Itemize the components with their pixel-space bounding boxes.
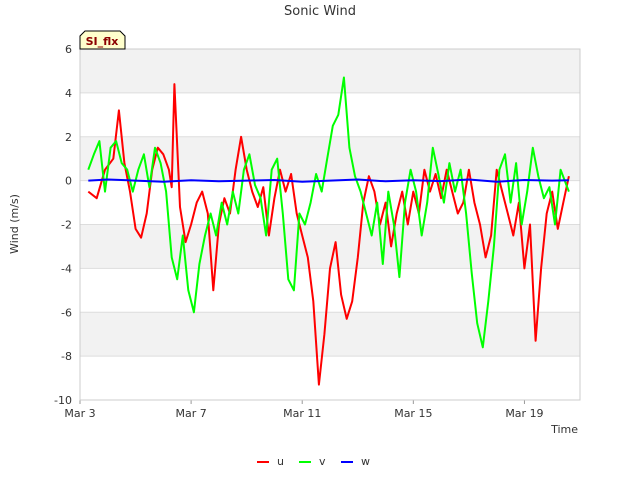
x-axis-label: Time [550, 423, 578, 436]
y-tick-labels: -10 -8 -6 -4 -2 0 2 4 6 [54, 43, 72, 407]
x-tick-label: Mar 11 [283, 407, 321, 420]
chart-title: Sonic Wind [284, 4, 356, 19]
series-line-v [87, 76, 570, 349]
y-tick-label: 2 [65, 131, 72, 144]
y-tick-label: -10 [54, 394, 72, 407]
y-tick-label: -6 [61, 306, 72, 319]
x-tick-label: Mar 3 [64, 407, 95, 420]
background-band [80, 49, 580, 93]
legend: u v w [257, 455, 370, 468]
y-tick-label: -2 [61, 219, 72, 232]
background-band [80, 312, 580, 357]
background-band [80, 224, 580, 269]
y-tick-label: 0 [65, 175, 72, 188]
badge-label: SI_flx [86, 35, 119, 48]
x-tick-label: Mar 7 [175, 407, 206, 420]
x-tick-labels: Mar 3 Mar 7 Mar 11 Mar 15 Mar 19 [64, 407, 543, 420]
y-tick-label: 6 [65, 43, 72, 56]
y-tick-label: -8 [61, 350, 72, 363]
legend-label-w: w [361, 455, 370, 468]
sonic-wind-chart: Sonic Wind -10-8-6-4-20246 Mar 3 Mar 7 Mar… [8, 4, 581, 468]
x-tick-label: Mar 15 [394, 407, 432, 420]
y-tick-label: -4 [61, 262, 72, 275]
y-axis-label: Wind (m/s) [8, 194, 21, 254]
legend-label-v: v [319, 455, 326, 468]
si-flx-badge: SI_flx [79, 30, 126, 50]
legend-label-u: u [277, 455, 284, 468]
y-tick-label: 4 [65, 87, 72, 100]
x-tick-label: Mar 19 [505, 407, 543, 420]
